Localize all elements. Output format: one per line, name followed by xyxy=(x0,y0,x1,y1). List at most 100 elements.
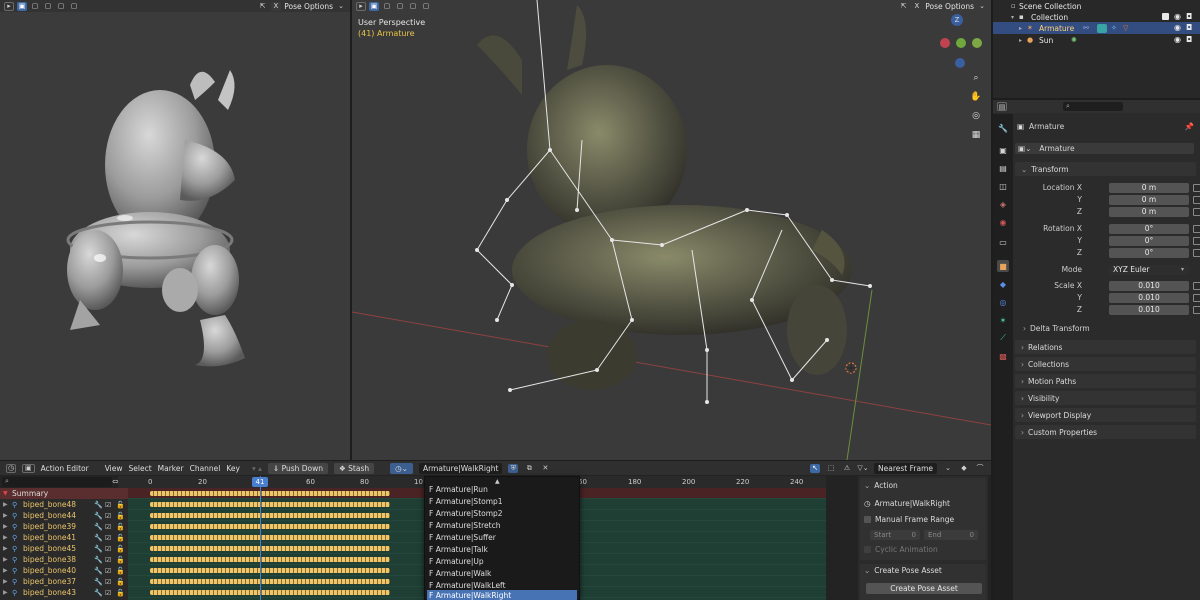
scene-tab-icon[interactable]: ◈ xyxy=(997,198,1009,210)
playhead[interactable] xyxy=(260,476,261,600)
proportional-icon[interactable]: ◆ xyxy=(959,464,969,473)
action-option[interactable]: F Armature|Stomp2 xyxy=(427,508,577,519)
eye-icon[interactable]: ◉ xyxy=(1174,23,1181,32)
lock-icon[interactable]: 🔓 xyxy=(116,523,125,531)
start-frame-field[interactable]: Start 0 xyxy=(870,530,920,540)
cyclic-animation-row[interactable]: Cyclic Animation xyxy=(864,544,984,555)
lock-location-z[interactable] xyxy=(1193,207,1200,216)
keyframe-strip[interactable] xyxy=(150,491,390,496)
marker-menu[interactable]: Marker xyxy=(158,464,184,473)
select-mode-icon[interactable]: ▣ xyxy=(369,1,379,11)
manual-frame-range-checkbox[interactable] xyxy=(864,516,871,523)
properties-editor[interactable]: ▤ ⌕ 🔧 ▣ ▤ ◫ ◈ ◉ ▭ ■ ◆ ◎ ✶ ⟋ ▩ ▣ Armature… xyxy=(993,100,1200,600)
lock-rotation-y[interactable] xyxy=(1193,236,1200,245)
close-icon[interactable]: ✕ xyxy=(540,464,550,473)
wrench-icon[interactable]: 🔧 xyxy=(94,578,103,586)
duplicate-icon[interactable]: ⧉ xyxy=(524,464,534,473)
check-icon[interactable]: ☑ xyxy=(105,545,111,553)
wrench-icon[interactable]: 🔧 xyxy=(94,567,103,575)
end-frame-field[interactable]: End 0 xyxy=(924,530,978,540)
z-axis-icon[interactable]: Z xyxy=(951,14,963,26)
chevron-right-icon[interactable]: ▸ xyxy=(1019,37,1022,44)
editor-type-icon[interactable]: ▤ xyxy=(997,102,1007,111)
outliner-row-armature[interactable]: ▸ ✶ Armature ⚯ ✧ ▽ ◉ ◘ xyxy=(993,22,1200,34)
view-menu[interactable]: View xyxy=(105,464,123,473)
lock-icon[interactable]: 🔓 xyxy=(116,545,125,553)
action-name-field[interactable]: Armature|WalkRight xyxy=(418,462,503,474)
wrench-icon[interactable]: 🔧 xyxy=(94,545,103,553)
keyframe-strip[interactable] xyxy=(150,513,390,518)
custom-properties-panel[interactable]: › Custom Properties xyxy=(1015,425,1196,439)
location-z-field[interactable]: 0 m xyxy=(1109,206,1189,217)
delta-transform-subpanel[interactable]: › Delta Transform xyxy=(1023,323,1200,334)
select-intersect-icon[interactable]: ▢ xyxy=(421,2,431,11)
world-tab-icon[interactable]: ◉ xyxy=(997,216,1009,228)
action-option[interactable]: F Armature|Stretch xyxy=(427,520,577,531)
action-option[interactable]: F Armature|Talk xyxy=(427,544,577,555)
lock-location-x[interactable] xyxy=(1193,183,1200,192)
warning-icon[interactable]: ⚠ xyxy=(842,464,852,473)
chevron-right-icon[interactable]: ▸ xyxy=(1019,25,1022,32)
lock-icon[interactable]: 🔓 xyxy=(116,589,125,597)
lock-icon[interactable]: 🔓 xyxy=(116,512,125,520)
create-pose-asset-button[interactable]: Create Pose Asset xyxy=(866,583,982,594)
lock-icon[interactable]: 🔓 xyxy=(116,567,125,575)
chevron-down-icon[interactable]: ▾ xyxy=(1011,14,1014,21)
collection-tab-icon[interactable]: ▭ xyxy=(997,236,1009,248)
collections-panel[interactable]: › Collections xyxy=(1015,357,1196,371)
outliner-row-sun[interactable]: ▸ ● Sun ✺ ◉ ◘ xyxy=(993,34,1200,46)
lock-scale-y[interactable] xyxy=(1193,293,1200,302)
relations-panel[interactable]: › Relations xyxy=(1015,340,1196,354)
lock-icon[interactable]: 🔓 xyxy=(116,534,125,542)
select-menu[interactable]: Select xyxy=(129,464,152,473)
hand-icon[interactable]: ✋ xyxy=(968,89,984,105)
wrench-icon[interactable]: 🔧 xyxy=(94,512,103,520)
tool-tab-icon[interactable]: 🔧 xyxy=(997,122,1009,134)
rotation-z-field[interactable]: 0° xyxy=(1109,247,1189,258)
channel-row[interactable]: ▶ ⚲ biped_bone40 🔧 ☑ 🔓 xyxy=(0,565,128,576)
search-input[interactable]: ⌕ xyxy=(1063,102,1123,111)
check-icon[interactable]: ☑ xyxy=(105,589,111,597)
grid-icon[interactable]: ▦ xyxy=(968,127,984,143)
eye-icon[interactable]: ◉ xyxy=(1174,35,1181,44)
z-axis-negative-icon[interactable] xyxy=(955,58,965,68)
scale-y-field[interactable]: 0.010 xyxy=(1109,292,1189,303)
texture-tab-icon[interactable]: ▩ xyxy=(997,350,1009,362)
wrench-icon[interactable]: 🔧 xyxy=(94,501,103,509)
location-y-field[interactable]: 0 m xyxy=(1109,194,1189,205)
keyframe-strip[interactable] xyxy=(150,546,390,551)
summary-channel[interactable]: ▼ Summary xyxy=(0,488,128,499)
y-axis-icon[interactable] xyxy=(956,38,966,48)
lock-location-y[interactable] xyxy=(1193,195,1200,204)
channel-row[interactable]: ▶ ⚲ biped_bone48 🔧 ☑ 🔓 xyxy=(0,499,128,510)
lock-scale-z[interactable] xyxy=(1193,305,1200,314)
keyframe-strip[interactable] xyxy=(150,579,390,584)
stash-button[interactable]: ❖ Stash xyxy=(334,462,375,474)
mode-dropdown[interactable]: Action Editor xyxy=(41,464,89,473)
keyframe-strip[interactable] xyxy=(150,590,390,595)
lock-scale-x[interactable] xyxy=(1193,281,1200,290)
y-axis-positive-icon[interactable] xyxy=(972,38,982,48)
rotation-mode-dropdown[interactable]: XYZ Euler xyxy=(1109,264,1189,275)
channel-search-input[interactable]: ⌕ xyxy=(2,477,112,487)
check-icon[interactable]: ☑ xyxy=(105,501,111,509)
camera-icon[interactable]: ◘ xyxy=(1186,12,1192,21)
lock-icon[interactable]: 🔓 xyxy=(116,501,125,509)
location-x-field[interactable]: 0 m xyxy=(1109,182,1189,193)
editor-type-icon[interactable]: ◷ xyxy=(6,463,16,473)
browse-action-button[interactable]: ◷⌄ xyxy=(390,462,413,474)
view-layer-tab-icon[interactable]: ◫ xyxy=(997,180,1009,192)
channel-row[interactable]: ▶ ⚲ biped_bone44 🔧 ☑ 🔓 xyxy=(0,510,128,521)
channel-row[interactable]: ▶ ⚲ biped_bone45 🔧 ☑ 🔓 xyxy=(0,543,128,554)
key-menu[interactable]: Key xyxy=(226,464,240,473)
action-option[interactable]: F Armature|Up xyxy=(427,556,577,567)
filter-icon[interactable]: ▽⌄ xyxy=(857,464,868,473)
action-option[interactable]: F Armature|Run xyxy=(427,484,577,495)
channel-menu[interactable]: Channel xyxy=(190,464,221,473)
object-datablock-field[interactable]: ▣⌄ Armature xyxy=(1015,143,1194,154)
layer-arrows-icon[interactable]: ▾ ▴ xyxy=(252,464,262,473)
eye-icon[interactable]: ◉ xyxy=(1174,12,1181,21)
select-extend-icon[interactable]: ▢ xyxy=(382,2,392,11)
select-subtract-icon[interactable]: ▢ xyxy=(395,2,405,11)
scale-z-field[interactable]: 0.010 xyxy=(1109,304,1189,315)
